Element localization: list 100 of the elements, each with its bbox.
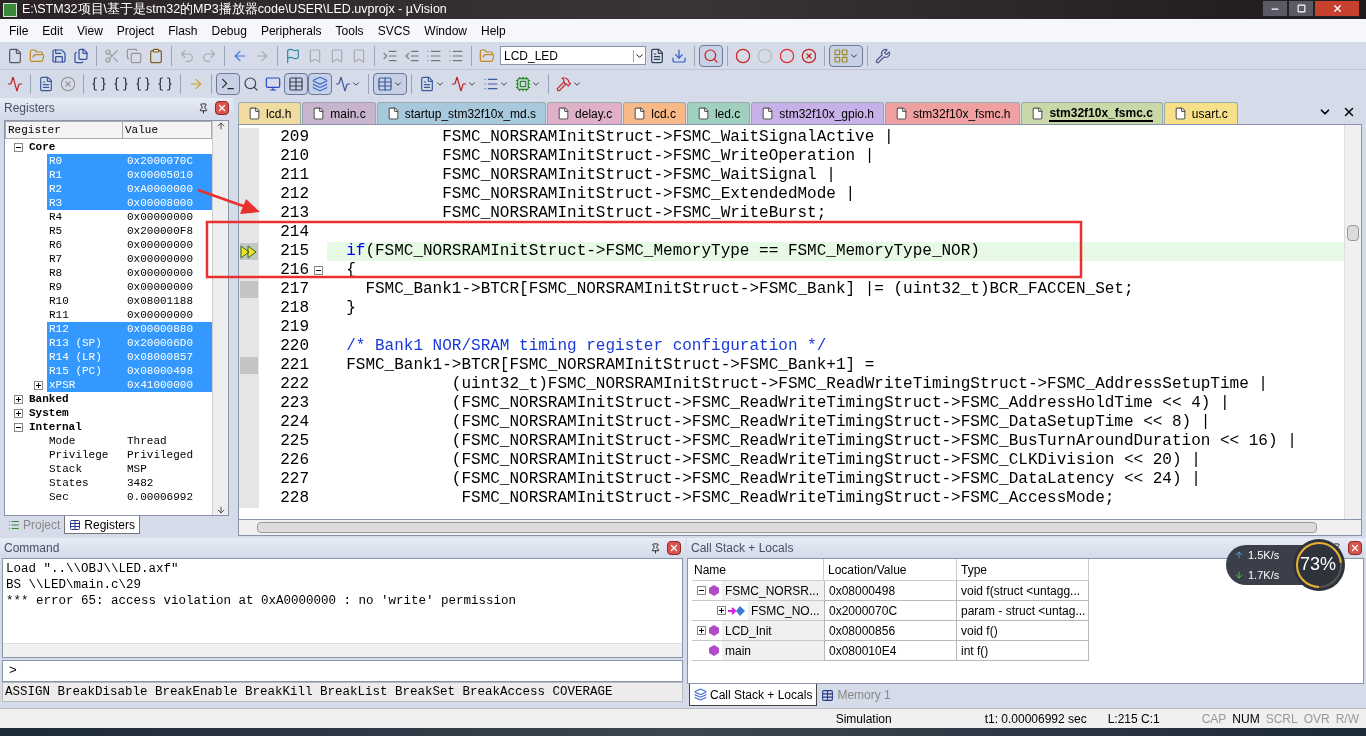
line-number: 221: [279, 356, 309, 375]
menu-item[interactable]: Flash: [161, 20, 205, 41]
register-row[interactable]: System: [27, 406, 212, 420]
register-row[interactable]: R5 0x200000F8: [47, 224, 212, 238]
register-name: System: [28, 405, 70, 421]
editor-tab[interactable]: lcd.c: [623, 102, 686, 124]
close-button[interactable]: [215, 101, 229, 115]
collapse-icon[interactable]: [14, 142, 23, 152]
command-input[interactable]: >: [2, 660, 683, 682]
register-row[interactable]: R6 0x00000000: [47, 238, 212, 252]
code-line: (FSMC_NORSRAMInitStruct->FSMC_ReadWriteTimingStruct->FSMC_AddressHoldTime << 4) |: [450, 394, 1230, 413]
close-button[interactable]: [1348, 541, 1362, 555]
target-select[interactable]: LCD_LED: [500, 46, 646, 65]
usage-percent: 73%: [1300, 553, 1337, 575]
breakpoint-margin[interactable]: [239, 185, 259, 204]
dropdown-caret-icon[interactable]: [633, 49, 645, 62]
register-row[interactable]: Sec 0.00006992: [47, 490, 212, 504]
collapse-icon[interactable]: [14, 422, 23, 432]
menu-item[interactable]: Window: [417, 20, 474, 41]
pin-icon[interactable]: [198, 102, 209, 114]
location-cell: 0x2000070C: [824, 601, 957, 621]
column-header[interactable]: Value: [123, 121, 212, 139]
code-line: FSMC_NORSRAMInitStruct->FSMC_WaitSignalActive |: [441, 128, 894, 147]
file-icon: [248, 107, 261, 120]
code-line: FSMC_NORSRAMInitStruct->FSMC_WriteBurst;: [441, 204, 827, 223]
close-button[interactable]: [667, 541, 681, 555]
expand-icon[interactable]: [697, 626, 706, 635]
horizontal-scrollbar[interactable]: [238, 520, 1362, 536]
minimize-button[interactable]: [1262, 0, 1288, 17]
editor-tab[interactable]: stm32f10x_fsmc.h: [885, 102, 1021, 124]
scrollbar[interactable]: [1344, 125, 1361, 519]
register-row[interactable]: Core: [27, 140, 212, 154]
register-row[interactable]: R11 0x00000000: [47, 308, 212, 322]
toolbar-button[interactable]: [284, 73, 308, 95]
scroll-thumb[interactable]: [257, 522, 1317, 533]
panel-tab[interactable]: Registers: [64, 516, 141, 534]
code-line: }: [345, 299, 356, 318]
close-button[interactable]: [1314, 0, 1360, 17]
register-row[interactable]: Banked: [27, 392, 212, 406]
close-icon: [669, 543, 679, 553]
line-number: 215: [279, 242, 309, 261]
column-header[interactable]: Type: [957, 559, 1089, 581]
expand-icon[interactable]: [717, 606, 726, 615]
menu-item[interactable]: Help: [474, 20, 513, 41]
breakpoint-margin[interactable]: [239, 242, 259, 261]
menu-item[interactable]: Peripherals: [253, 20, 329, 41]
menu-item[interactable]: View: [70, 20, 110, 41]
collapse-icon[interactable]: [697, 586, 706, 595]
panel-tab[interactable]: Call Stack + Locals: [689, 684, 818, 706]
output-line: BS \\LED\main.c\29: [6, 577, 143, 593]
expand-icon[interactable]: [14, 408, 23, 418]
toolbar-button[interactable]: [699, 44, 723, 67]
menu-item[interactable]: SVCS: [370, 20, 418, 41]
editor-tab[interactable]: startup_stm32f10x_md.s: [376, 102, 547, 124]
column-header[interactable]: Location/Value: [824, 559, 957, 581]
toolbar-button[interactable]: [216, 73, 240, 95]
register-row[interactable]: R10 0x08001188: [47, 294, 212, 308]
menu-item[interactable]: Edit: [35, 20, 71, 41]
menu-item[interactable]: File: [2, 20, 36, 41]
editor-tab[interactable]: lcd.h: [238, 102, 302, 124]
register-row[interactable]: R8 0x00000000: [47, 266, 212, 280]
register-value: 0x41000000: [127, 377, 193, 393]
close-icon[interactable]: [1342, 105, 1356, 119]
editor-tab[interactable]: led.c: [686, 102, 751, 124]
scroll-thumb[interactable]: [1347, 225, 1359, 241]
pin-icon[interactable]: [650, 542, 661, 554]
scroll-up-icon[interactable]: [215, 121, 226, 131]
editor-tab[interactable]: stm32f10x_fsmc.c: [1021, 102, 1163, 124]
editor-tab[interactable]: stm32f10x_gpio.h: [751, 102, 885, 124]
maximize-button[interactable]: [1288, 0, 1314, 17]
stack-name[interactable]: LCD_Init: [722, 621, 824, 640]
expand-icon[interactable]: [34, 380, 43, 390]
command-hint: ASSIGN BreakDisable BreakEnable BreakKill BreakList BreakSet BreakAccess COVERAGE: [5, 683, 613, 701]
panel-title: Command: [4, 540, 60, 557]
scrollbar[interactable]: [212, 121, 228, 515]
run-to-cursor-icon: [157, 76, 173, 92]
code-line: FSMC_NORSRAMInitStruct->FSMC_ExtendedMode |: [441, 185, 856, 204]
register-row[interactable]: States 3482: [47, 476, 212, 490]
menu-item[interactable]: Tools: [328, 20, 371, 41]
register-row[interactable]: R4 0x00000000: [47, 210, 212, 224]
register-row[interactable]: Internal: [27, 420, 212, 434]
collapse-icon[interactable]: [313, 266, 323, 275]
register-row[interactable]: Mode Thread: [47, 434, 212, 448]
stop-icon: [60, 76, 76, 92]
register-row[interactable]: R7 0x00000000: [47, 252, 212, 266]
register-row[interactable]: R9 0x00000000: [47, 280, 212, 294]
menu-item[interactable]: Debug: [204, 20, 254, 41]
expand-icon[interactable]: [14, 394, 23, 404]
register-row[interactable]: Stack MSP: [47, 462, 212, 476]
column-header[interactable]: Register: [5, 121, 123, 139]
editor-tab[interactable]: usart.c: [1163, 102, 1238, 124]
stack-name[interactable]: main: [722, 641, 824, 660]
register-value: 0x08000498: [127, 363, 193, 379]
editor-tab[interactable]: main.c: [302, 102, 376, 124]
stack-name[interactable]: FSMC_NORSR...: [722, 581, 824, 600]
scroll-down-icon[interactable]: [215, 505, 226, 515]
register-row[interactable]: Privilege Privileged: [47, 448, 212, 462]
menu-item[interactable]: Project: [109, 20, 162, 41]
stack-name[interactable]: FSMC_NO...: [748, 601, 824, 620]
editor-tab[interactable]: delay.c: [547, 102, 623, 124]
